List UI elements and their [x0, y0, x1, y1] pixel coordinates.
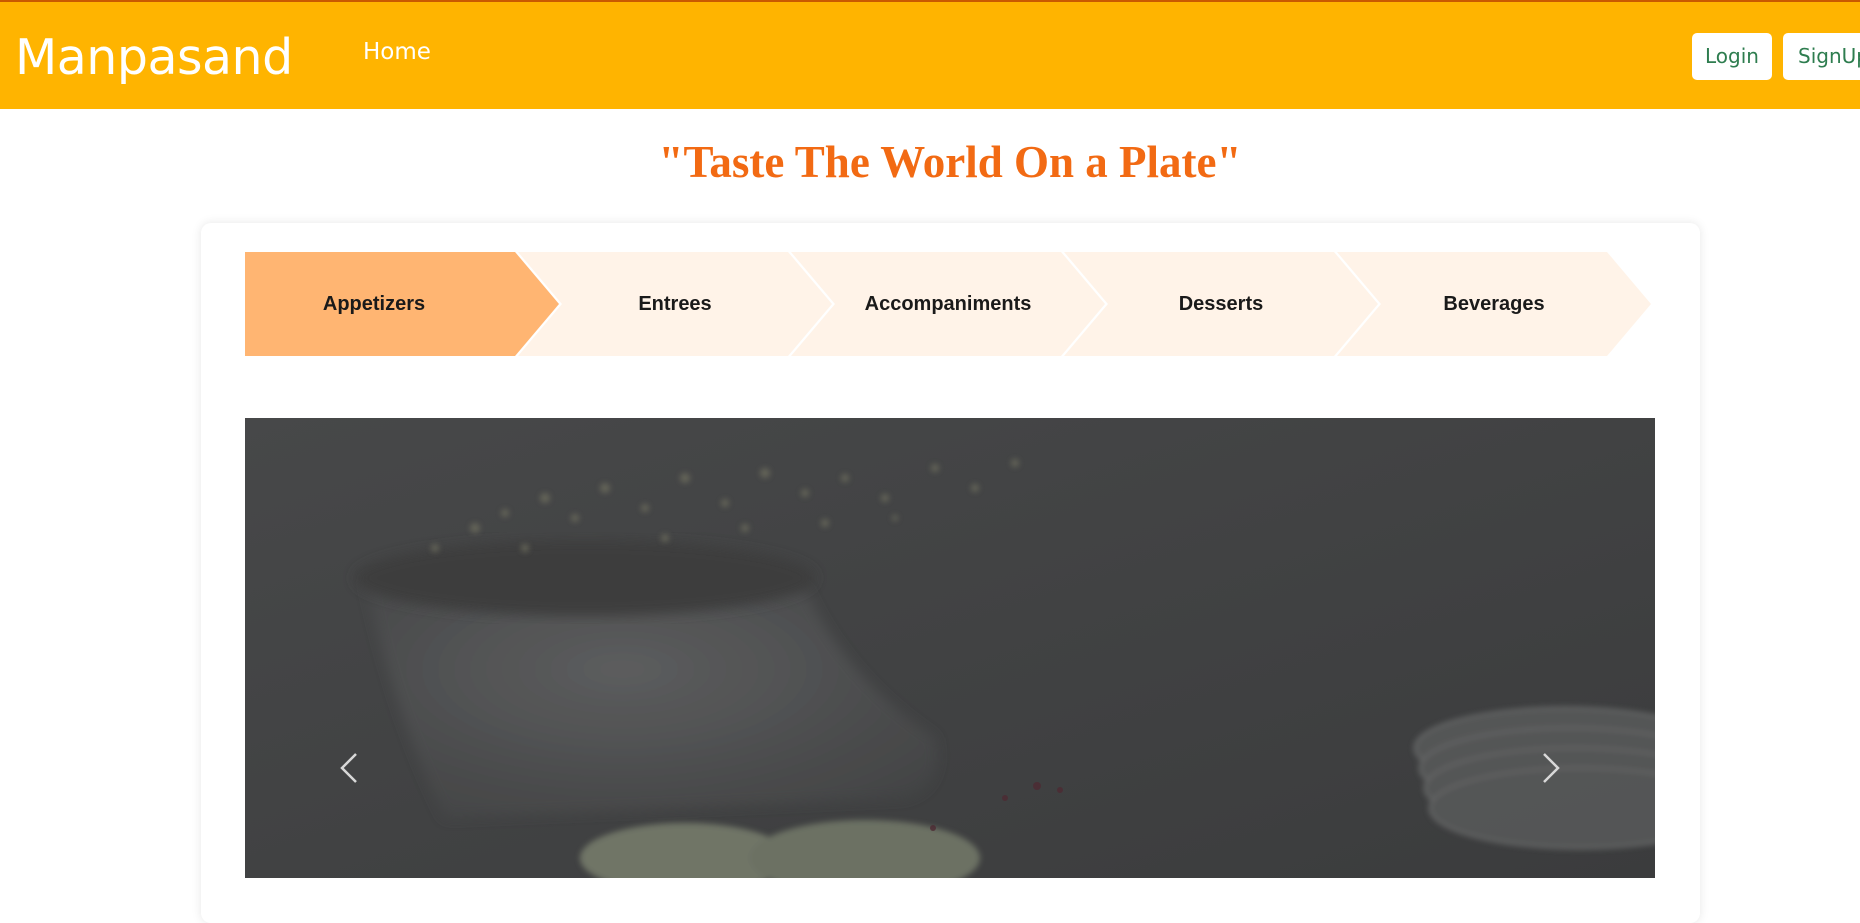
step-label: Desserts — [1178, 293, 1264, 315]
carousel-overlay — [245, 418, 1655, 878]
food-carousel — [245, 418, 1655, 878]
nav-home-link[interactable]: Home — [363, 39, 431, 65]
step-beverages[interactable]: Beverages — [1337, 252, 1651, 356]
carousel-next-button[interactable] — [1520, 738, 1580, 798]
chevron-right-icon — [1543, 753, 1560, 783]
step-label: Appetizers — [322, 293, 426, 315]
chevron-left-icon — [340, 753, 357, 783]
step-label: Beverages — [1443, 293, 1545, 315]
step-appetizers[interactable]: Appetizers — [245, 252, 559, 356]
page-tagline: "Taste The World On a Plate" — [658, 137, 1242, 187]
carousel-prev-button[interactable] — [320, 738, 380, 798]
signup-button[interactable]: SignUp — [1783, 33, 1860, 80]
step-desserts[interactable]: Desserts — [1064, 252, 1378, 356]
login-button[interactable]: Login — [1692, 33, 1772, 80]
step-label: Entrees — [638, 293, 712, 315]
step-accompaniments[interactable]: Accompaniments — [791, 252, 1105, 356]
navbar: Manpasand Home Login SignUp — [0, 0, 1860, 109]
step-label: Accompaniments — [864, 293, 1032, 315]
brand-logo[interactable]: Manpasand — [15, 28, 293, 88]
menu-category-steps: Appetizers Entrees Accompaniments Desser… — [245, 252, 1655, 356]
step-entrees[interactable]: Entrees — [518, 252, 832, 356]
